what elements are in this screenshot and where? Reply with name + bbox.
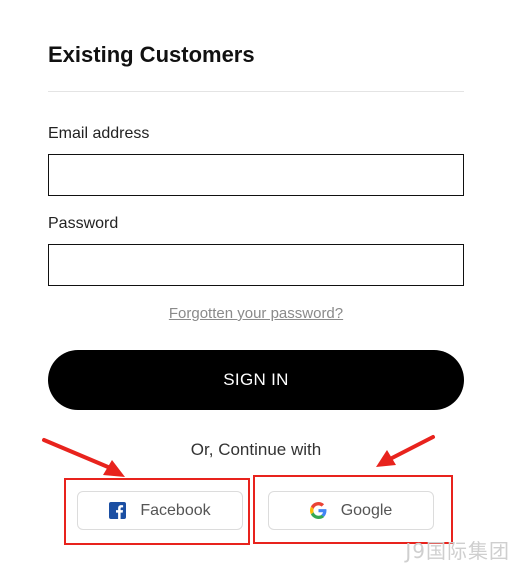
watermark: J9国际集团 [405,539,510,563]
arrow-to-facebook [42,438,125,477]
arrow-to-google [376,435,435,467]
annotation-arrows [42,435,435,477]
